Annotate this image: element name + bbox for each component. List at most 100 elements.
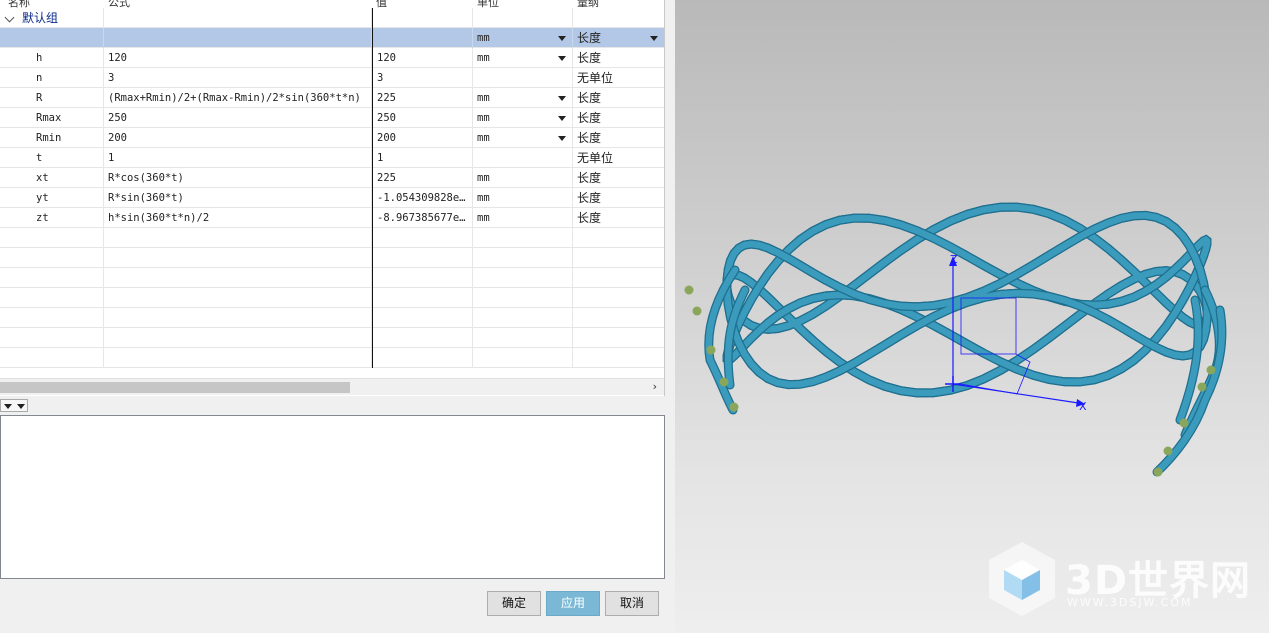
unit-cell[interactable]: mm xyxy=(473,108,573,128)
empty-cell xyxy=(473,308,573,328)
name-cell-text: h xyxy=(36,52,43,64)
unit-cell[interactable]: mm xyxy=(473,188,573,208)
dimension-select[interactable]: 长度 xyxy=(573,28,664,48)
name-cell-text: Rmax xyxy=(36,112,62,124)
column-header-unit[interactable]: 单位 xyxy=(477,0,499,9)
formula-cell[interactable]: 1 xyxy=(104,148,372,168)
empty-cell xyxy=(0,228,104,248)
tube-endcap xyxy=(1179,418,1189,428)
name-cell[interactable]: R xyxy=(0,88,104,108)
formula-cell[interactable]: 120 xyxy=(104,48,372,68)
value-cell: -1.054309828e… xyxy=(372,188,473,208)
scroll-right-arrow-icon[interactable]: › xyxy=(653,380,657,393)
expression-row[interactable]: Rmin 200 200 mm 长度 xyxy=(0,128,664,148)
unit-cell[interactable]: mm xyxy=(473,128,573,148)
name-cell[interactable]: Rmax xyxy=(0,108,104,128)
empty-cell xyxy=(573,228,664,248)
expression-row[interactable]: n 3 3 无单位 xyxy=(0,68,664,88)
new-expression-row[interactable]: mm 长度 xyxy=(0,28,664,48)
model-canvas: X Z xyxy=(684,202,1227,477)
expression-row[interactable]: xt R*cos(360*t) 225 mm 长度 xyxy=(0,168,664,188)
formula-cell[interactable]: 250 xyxy=(104,108,372,128)
dimension-cell-text: 长度 xyxy=(577,171,602,185)
expression-row[interactable]: yt R*sin(360*t) -1.054309828e… mm 长度 xyxy=(0,188,664,208)
formula-cell-text: (Rmax+Rmin)/2+(Rmax-Rmin)/2*sin(360*t*n) xyxy=(108,92,361,104)
group-label: 默认组 xyxy=(0,8,104,28)
name-cell[interactable]: Rmin xyxy=(0,128,104,148)
formula-cell[interactable] xyxy=(104,28,372,48)
scrollbar-thumb[interactable] xyxy=(0,382,350,393)
empty-cell xyxy=(372,228,473,248)
chevron-down-icon[interactable] xyxy=(558,56,566,61)
empty-cell xyxy=(372,288,473,308)
graphics-viewport[interactable]: X Z 3D世界网 WWW.3DSJW.COM xyxy=(675,0,1269,633)
name-cell[interactable] xyxy=(0,28,104,48)
value-cell: 1 xyxy=(372,148,473,168)
expression-row[interactable]: h 120 120 mm 长度 xyxy=(0,48,664,68)
name-cell[interactable]: yt xyxy=(0,188,104,208)
apply-button[interactable]: 应用 xyxy=(546,591,600,616)
unit-cell[interactable]: mm xyxy=(473,208,573,228)
value-cell-text: -8.967385677e… xyxy=(377,212,466,224)
cancel-button[interactable]: 取消 xyxy=(605,591,659,616)
empty-cell xyxy=(573,248,664,268)
unit-cell-text: mm xyxy=(477,192,490,204)
dimension-cell: 无单位 xyxy=(573,148,664,168)
unit-cell[interactable]: mm xyxy=(473,88,573,108)
value-cell: 250 xyxy=(372,108,473,128)
chevron-down-icon[interactable] xyxy=(558,136,566,141)
dimension-cell: 长度 xyxy=(573,168,664,188)
unit-cell[interactable]: mm xyxy=(473,48,573,68)
unit-cell[interactable]: mm xyxy=(473,168,573,188)
empty-cell xyxy=(104,308,372,328)
tube-endcap xyxy=(1197,382,1207,392)
expression-row[interactable]: R (Rmax+Rmin)/2+(Rmax-Rmin)/2*sin(360*t*n… xyxy=(0,88,664,108)
expression-row[interactable]: t 1 1 无单位 xyxy=(0,148,664,168)
empty-cell xyxy=(104,8,372,28)
chevron-down-icon[interactable] xyxy=(558,116,566,121)
group-row[interactable]: 默认组 xyxy=(0,8,664,28)
unit-select[interactable]: mm xyxy=(473,28,573,48)
unit-cell-text: mm xyxy=(477,92,490,104)
tube-endcap xyxy=(719,377,729,387)
name-cell[interactable]: zt xyxy=(0,208,104,228)
empty-row xyxy=(0,328,664,348)
column-header-name[interactable]: 名称 xyxy=(8,0,30,9)
formula-cell-text: 1 xyxy=(108,152,115,164)
ok-button[interactable]: 确定 xyxy=(487,591,541,616)
expression-row[interactable]: zt h*sin(360*t*n)/2 -8.967385677e… mm 长度 xyxy=(0,208,664,228)
unit-cell[interactable] xyxy=(473,68,573,88)
name-cell[interactable]: xt xyxy=(0,168,104,188)
column-header-dimension[interactable]: 量纲 xyxy=(577,0,599,9)
formula-editor[interactable] xyxy=(0,415,665,579)
name-cell[interactable]: n xyxy=(0,68,104,88)
formula-cell[interactable]: R*cos(360*t) xyxy=(104,168,372,188)
unit-cell[interactable] xyxy=(473,148,573,168)
column-header-formula[interactable]: 公式 xyxy=(108,0,130,9)
column-header-value[interactable]: 值 xyxy=(376,0,387,9)
formula-cell[interactable]: 200 xyxy=(104,128,372,148)
formula-cell[interactable]: 3 xyxy=(104,68,372,88)
expression-row[interactable]: Rmax 250 250 mm 长度 xyxy=(0,108,664,128)
formula-cell[interactable]: R*sin(360*t) xyxy=(104,188,372,208)
name-cell[interactable]: t xyxy=(0,148,104,168)
dropdown-toggle[interactable] xyxy=(0,399,28,412)
empty-cell xyxy=(573,308,664,328)
value-cell: 3 xyxy=(372,68,473,88)
dimension-cell: 长度 xyxy=(573,48,664,68)
chevron-down-icon[interactable] xyxy=(558,96,566,101)
z-axis-label: Z xyxy=(950,253,958,266)
empty-cell xyxy=(104,268,372,288)
horizontal-scrollbar[interactable]: › xyxy=(0,378,664,395)
formula-cell[interactable]: h*sin(360*t*n)/2 xyxy=(104,208,372,228)
chevron-down-icon[interactable] xyxy=(558,36,566,41)
empty-row xyxy=(0,288,664,308)
chevron-down-icon[interactable] xyxy=(650,36,658,41)
unit-value: mm xyxy=(477,32,490,44)
chevron-down-icon[interactable] xyxy=(4,404,12,409)
unit-cell-text: mm xyxy=(477,212,490,224)
empty-cell xyxy=(104,228,372,248)
chevron-down-icon[interactable] xyxy=(17,404,25,409)
name-cell[interactable]: h xyxy=(0,48,104,68)
formula-cell[interactable]: (Rmax+Rmin)/2+(Rmax-Rmin)/2*sin(360*t*n) xyxy=(104,88,372,108)
